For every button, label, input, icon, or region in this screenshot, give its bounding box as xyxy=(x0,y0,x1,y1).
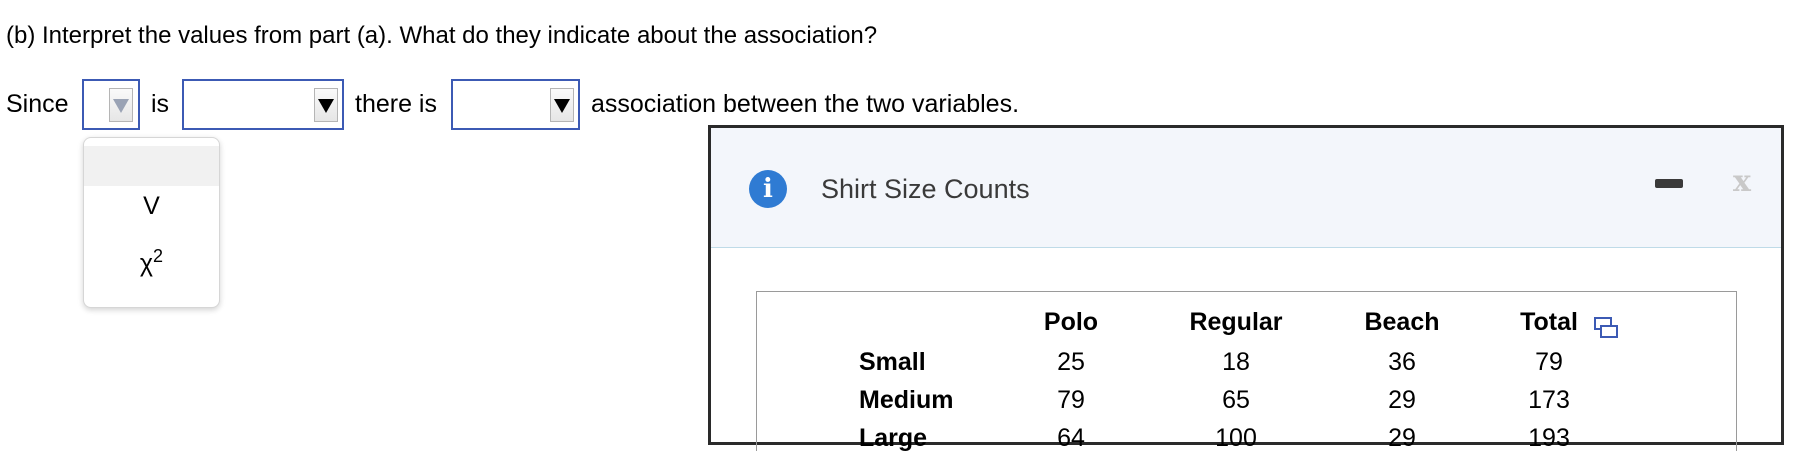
chi-symbol: χ xyxy=(139,249,154,278)
there-is-label: there is xyxy=(355,90,437,118)
table-cell: 25 xyxy=(1057,348,1085,376)
statistic-dropdown-button[interactable] xyxy=(109,88,133,122)
option-blank[interactable] xyxy=(84,146,219,186)
association-tail-text: association between the two variables. xyxy=(591,90,1020,118)
table-cell: 65 xyxy=(1222,386,1250,414)
table-cell: 18 xyxy=(1222,348,1250,376)
table-cell: 29 xyxy=(1388,424,1416,452)
table-cell: 193 xyxy=(1528,424,1570,452)
dropdown-arrow-icon xyxy=(554,99,570,113)
table-cell: 36 xyxy=(1388,348,1416,376)
column-header: Polo xyxy=(1043,308,1099,336)
table-cell: 64 xyxy=(1057,424,1085,452)
strength-dropdown[interactable] xyxy=(451,79,580,130)
table-cell: 29 xyxy=(1388,386,1416,414)
dropdown-arrow-icon xyxy=(113,99,129,113)
table-cell: 100 xyxy=(1215,424,1257,452)
row-label: Medium xyxy=(859,386,954,414)
statistic-dropdown[interactable] xyxy=(82,79,140,130)
column-header: Beach xyxy=(1364,308,1440,336)
row-label: Large xyxy=(859,424,928,452)
chi-superscript: 2 xyxy=(153,246,164,266)
close-icon[interactable]: x xyxy=(1733,164,1751,199)
question-text: (b) Interpret the values from part (a). … xyxy=(6,22,878,49)
comparison-dropdown-button[interactable] xyxy=(314,88,338,122)
comparison-dropdown[interactable] xyxy=(182,79,344,130)
dialog-header: i Shirt Size Counts x xyxy=(711,128,1781,248)
is-label: is xyxy=(151,90,170,118)
shirt-size-table: Polo Regular Beach Total Small 25 18 36 … xyxy=(756,291,1737,452)
dialog-title: Shirt Size Counts xyxy=(821,174,1030,204)
table-cell: 79 xyxy=(1535,348,1563,376)
statistic-options-list: V χ2 xyxy=(83,137,220,308)
table-cell: 79 xyxy=(1057,386,1085,414)
dropdown-arrow-icon xyxy=(318,99,334,113)
strength-dropdown-button[interactable] xyxy=(550,88,574,122)
info-icon: i xyxy=(749,170,787,208)
option-chi-squared[interactable]: χ2 xyxy=(84,246,219,278)
column-header: Total xyxy=(1520,308,1578,336)
column-header: Regular xyxy=(1189,308,1283,336)
option-v[interactable]: V xyxy=(84,192,219,221)
minimize-icon[interactable] xyxy=(1655,179,1683,188)
shirt-size-dialog: i Shirt Size Counts x Polo Regular Beach… xyxy=(708,125,1784,452)
table-cell: 173 xyxy=(1528,386,1570,414)
copy-icon[interactable] xyxy=(1593,316,1619,340)
since-label: Since xyxy=(6,90,69,118)
row-label: Small xyxy=(859,348,926,376)
